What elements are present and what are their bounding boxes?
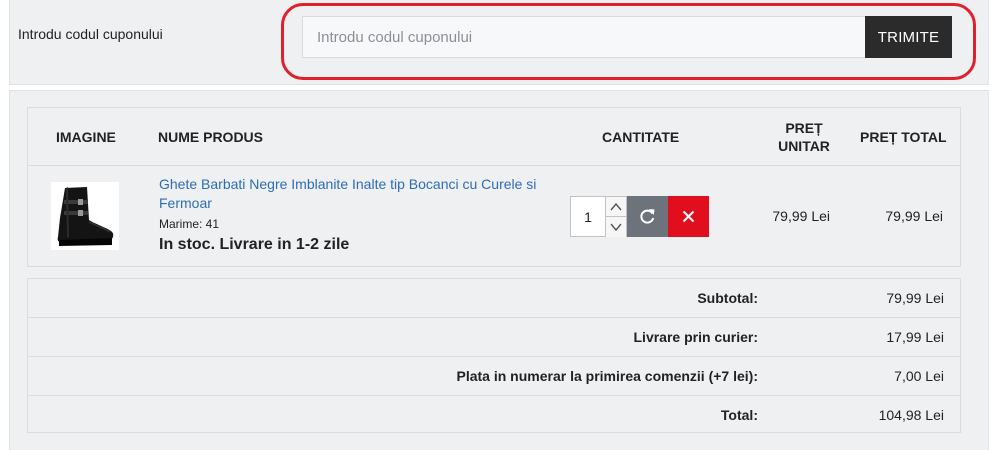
cod-fee-label: Plata in numerar la primirea comenzii (+… [456,368,759,384]
coupon-highlight-annotation [281,3,976,80]
quantity-increment-button[interactable] [606,197,626,217]
column-header-name: NUME PRODUS [158,129,264,145]
subtotal-label: Subtotal: [697,290,758,306]
shipping-label: Livrare prin curier: [633,329,759,345]
unit-price: 79,99 Lei [772,208,830,224]
refresh-quantity-button[interactable] [627,196,668,237]
column-header-unit-price: PREȚ UNITAR [778,120,830,154]
cod-fee-value: 7,00 Lei [894,368,944,384]
shipping-value: 17,99 Lei [886,329,944,345]
remove-item-button[interactable] [668,196,709,237]
product-name-link[interactable]: Ghete Barbati Negre Imblanite Inalte tip… [159,175,549,213]
totals-row-cod-fee: Plata in numerar la primirea comenzii (+… [28,357,960,396]
cart-table: IMAGINE NUME PRODUS CANTITATE PREȚ UNITA… [27,107,961,267]
item-total-price: 79,99 Lei [885,208,943,224]
quantity-stepper [605,196,627,237]
column-header-quantity: CANTITATE [602,129,680,145]
totals-table: Subtotal: 79,99 Lei Livrare prin curier:… [27,278,961,433]
boot-icon [51,182,119,250]
cart-table-header: IMAGINE NUME PRODUS CANTITATE PREȚ UNITA… [28,108,960,166]
chevron-down-icon [610,223,622,232]
totals-row-shipping: Livrare prin curier: 17,99 Lei [28,318,960,357]
coupon-label: Introdu codul cuponului [18,26,163,42]
total-label: Total: [720,407,758,423]
column-header-image: IMAGINE [56,129,116,145]
total-value: 104,98 Lei [878,407,944,423]
totals-row-subtotal: Subtotal: 79,99 Lei [28,279,960,318]
black-boot-image[interactable] [51,182,119,250]
totals-row-total: Total: 104,98 Lei [28,396,960,435]
column-header-total-price: PREȚ TOTAL [860,129,947,145]
product-size: Marime: 41 [159,217,220,231]
subtotal-value: 79,99 Lei [886,290,944,306]
refresh-icon [640,209,655,224]
product-stock-status: In stoc. Livrare in 1-2 zile [159,236,350,253]
quantity-decrement-button[interactable] [606,217,626,237]
chevron-up-icon [610,202,622,211]
quantity-input[interactable] [570,196,605,237]
close-icon [682,210,695,223]
cart-item-row: Ghete Barbati Negre Imblanite Inalte tip… [28,166,960,266]
